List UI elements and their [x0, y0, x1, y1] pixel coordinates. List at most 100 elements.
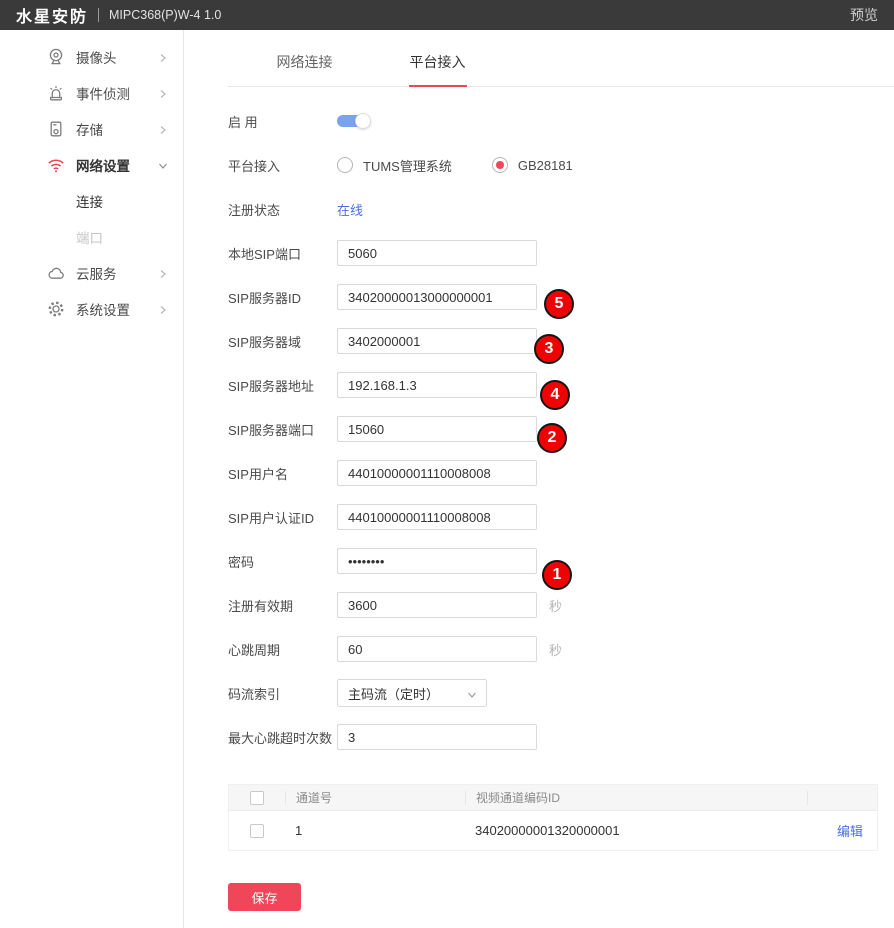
sidebar-item-storage[interactable]: 存储: [0, 111, 183, 147]
seconds-unit: 秒: [549, 596, 562, 615]
registration-validity-label: 注册有效期: [228, 596, 337, 615]
preview-link[interactable]: 预览: [850, 5, 878, 25]
sip-server-address-input[interactable]: [337, 372, 537, 398]
max-heartbeat-timeout-row: 最大心跳超时次数: [228, 724, 894, 750]
sip-username-label: SIP用户名: [228, 464, 337, 483]
sip-auth-id-label: SIP用户认证ID: [228, 508, 337, 527]
enable-toggle[interactable]: [337, 113, 371, 129]
wifi-icon: [46, 155, 66, 175]
table-row: 1 34020000001320000001 编辑: [229, 810, 877, 850]
storage-icon: [46, 119, 66, 139]
sidebar-item-system-settings[interactable]: 系统设置: [0, 291, 183, 327]
heartbeat-period-label: 心跳周期: [228, 640, 337, 659]
video-channel-id-header: 视频通道编码ID: [465, 791, 807, 805]
sidebar-item-camera[interactable]: 摄像头: [0, 39, 183, 75]
sip-server-id-input[interactable]: [337, 284, 537, 310]
radio-gb28181[interactable]: GB28181: [492, 157, 573, 173]
main-content: 网络连接 平台接入 启 用 平台接入 TUMS管理系统 GB28181: [185, 30, 894, 928]
chevron-right-icon: [157, 123, 169, 135]
channel-table-header: 通道号 视频通道编码ID: [229, 785, 877, 810]
sip-username-row: SIP用户名: [228, 460, 894, 486]
registration-validity-input[interactable]: [337, 592, 537, 618]
stream-index-label: 码流索引: [228, 684, 337, 703]
sip-username-input[interactable]: [337, 460, 537, 486]
cloud-icon: [46, 263, 66, 283]
edit-link[interactable]: 编辑: [837, 824, 863, 839]
radio-label: TUMS管理系统: [363, 156, 452, 175]
alarm-icon: [46, 83, 66, 103]
local-sip-port-label: 本地SIP端口: [228, 244, 337, 263]
tab-network-connection[interactable]: 网络连接: [238, 30, 371, 86]
header-divider: [98, 8, 99, 22]
sidebar-item-label: 网络设置: [76, 155, 130, 175]
annotation-badge-step-5: 5: [544, 289, 574, 319]
sidebar-item-label: 事件侦测: [76, 83, 130, 103]
sidebar-subitem-port[interactable]: 端口: [0, 219, 183, 255]
radio-circle-unselected: [337, 157, 353, 173]
sidebar-item-label: 系统设置: [76, 299, 130, 319]
channel-table: 通道号 视频通道编码ID 1 34020000001320000001 编辑: [228, 784, 878, 851]
sidebar-item-label: 存储: [76, 119, 103, 139]
sidebar-item-label: 云服务: [76, 263, 117, 283]
annotation-badge-step-1: 1: [542, 560, 572, 590]
sidebar-subitem-label: 端口: [76, 227, 103, 247]
sidebar-subitem-label: 连接: [76, 191, 103, 211]
sip-server-domain-label: SIP服务器域: [228, 332, 337, 351]
registration-status-value[interactable]: 在线: [337, 200, 363, 219]
sip-server-address-label: SIP服务器地址: [228, 376, 337, 395]
tab-platform-access[interactable]: 平台接入: [371, 30, 504, 86]
platform-access-row: 平台接入 TUMS管理系统 GB28181: [228, 152, 894, 178]
sip-server-id-label: SIP服务器ID: [228, 288, 337, 307]
sip-server-domain-input[interactable]: [337, 328, 537, 354]
device-model: MIPC368(P)W-4 1.0: [109, 8, 221, 22]
local-sip-port-row: 本地SIP端口: [228, 240, 894, 266]
tab-bar: 网络连接 平台接入: [228, 30, 894, 87]
enable-label: 启 用: [228, 112, 337, 131]
sip-server-port-input[interactable]: [337, 416, 537, 442]
seconds-unit: 秒: [549, 640, 562, 659]
password-label: 密码: [228, 552, 337, 571]
annotation-badge-step-4: 4: [540, 380, 570, 410]
registration-status-row: 注册状态 在线: [228, 196, 894, 222]
heartbeat-period-input[interactable]: [337, 636, 537, 662]
channel-number-header: 通道号: [285, 791, 465, 805]
max-heartbeat-timeout-label: 最大心跳超时次数: [228, 728, 337, 747]
registration-status-label: 注册状态: [228, 200, 337, 219]
radio-tums[interactable]: TUMS管理系统: [337, 156, 452, 175]
stream-index-value: 主码流（定时）: [348, 684, 439, 703]
sidebar-item-network-settings[interactable]: 网络设置: [0, 147, 183, 183]
local-sip-port-input[interactable]: [337, 240, 537, 266]
toggle-knob: [355, 113, 371, 129]
gear-icon: [46, 299, 66, 319]
video-channel-id-cell: 34020000001320000001: [465, 823, 807, 838]
brand-logo: 水星安防: [16, 3, 88, 27]
max-heartbeat-timeout-input[interactable]: [337, 724, 537, 750]
annotation-badge-step-2: 2: [537, 423, 567, 453]
save-button[interactable]: 保存: [228, 883, 301, 911]
radio-label: GB28181: [518, 158, 573, 173]
enable-row: 启 用: [228, 108, 894, 134]
chevron-down-icon: [157, 159, 169, 171]
stream-index-select[interactable]: 主码流（定时）: [337, 679, 487, 707]
chevron-right-icon: [157, 87, 169, 99]
sip-auth-id-row: SIP用户认证ID: [228, 504, 894, 530]
sidebar-item-cloud-service[interactable]: 云服务: [0, 255, 183, 291]
platform-access-label: 平台接入: [228, 156, 337, 175]
platform-radio-group: TUMS管理系统 GB28181: [337, 156, 613, 175]
sidebar-item-label: 摄像头: [76, 47, 117, 67]
sidebar-subitem-connection[interactable]: 连接: [0, 183, 183, 219]
action-header: [807, 791, 877, 805]
camera-icon: [46, 47, 66, 67]
channel-number-cell: 1: [285, 823, 465, 838]
chevron-down-icon: [466, 688, 478, 700]
platform-access-form: 启 用 平台接入 TUMS管理系统 GB28181 注册状态 在线: [185, 87, 894, 750]
row-checkbox[interactable]: [250, 824, 264, 838]
sidebar-item-event-detection[interactable]: 事件侦测: [0, 75, 183, 111]
select-all-checkbox[interactable]: [250, 791, 264, 805]
chevron-right-icon: [157, 267, 169, 279]
password-input[interactable]: [337, 548, 537, 574]
chevron-right-icon: [157, 51, 169, 63]
annotation-badge-step-3: 3: [534, 334, 564, 364]
sip-auth-id-input[interactable]: [337, 504, 537, 530]
heartbeat-period-row: 心跳周期 秒: [228, 636, 894, 662]
